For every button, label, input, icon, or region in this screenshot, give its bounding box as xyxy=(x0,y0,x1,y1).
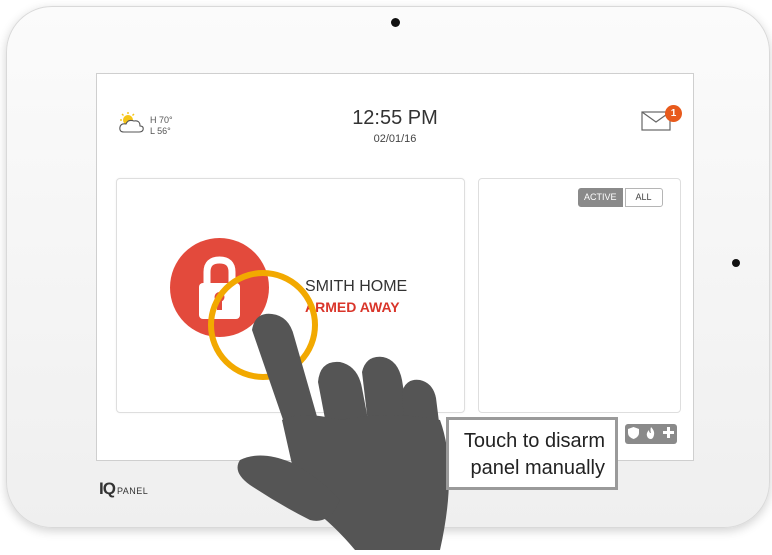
callout-line-1: Touch to disarm xyxy=(463,430,605,452)
callout-line-2: panel manually xyxy=(470,457,605,479)
instruction-callout: Touch to disarm panel manually xyxy=(446,417,618,490)
pointing-hand-illustration xyxy=(0,0,772,555)
